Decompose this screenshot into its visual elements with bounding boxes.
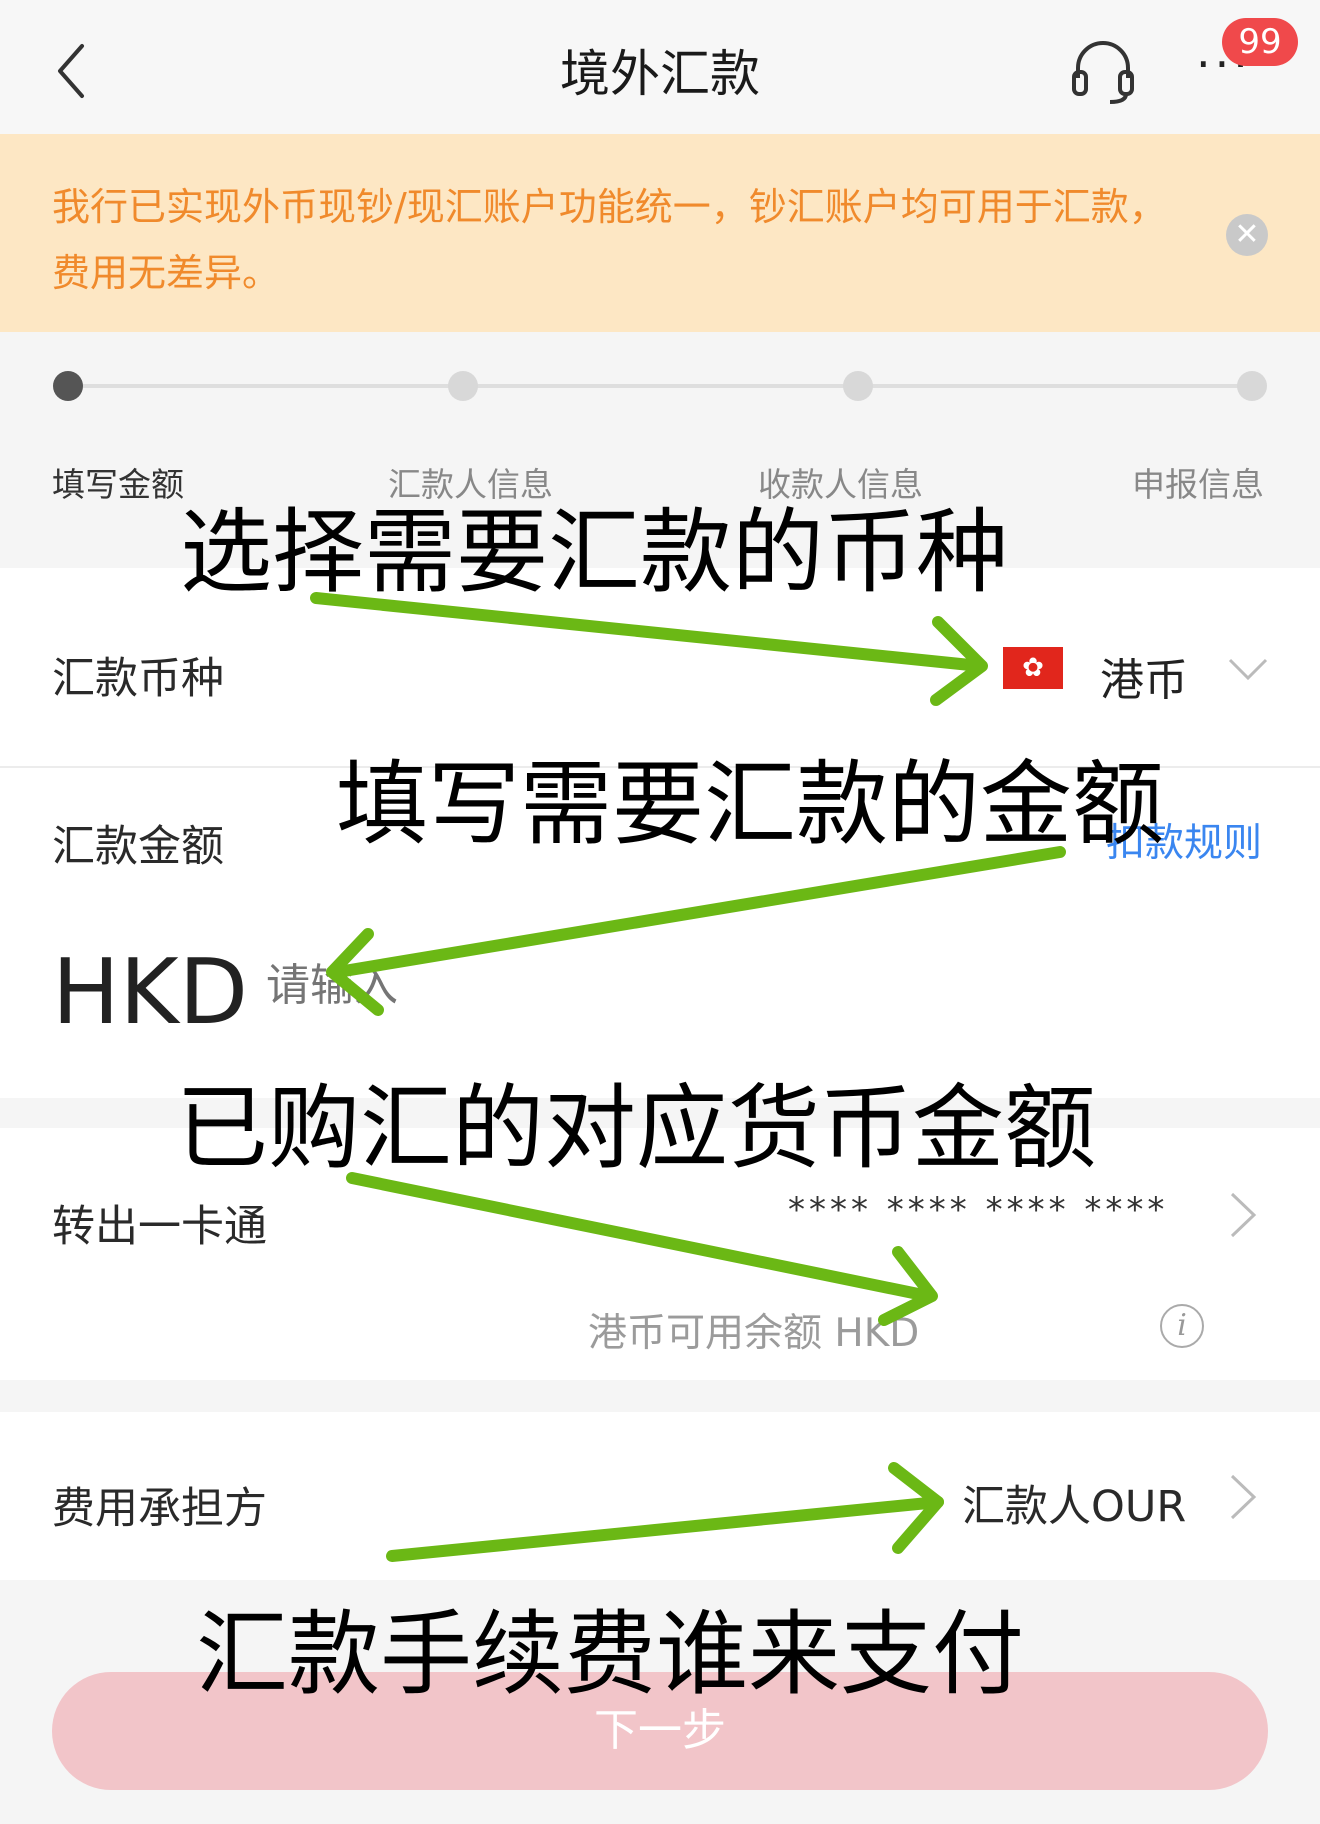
customer-service-headset-icon[interactable]	[1068, 36, 1138, 104]
step-dot-3	[843, 371, 873, 401]
annotation-select-currency: 选择需要汇款的币种	[180, 499, 1009, 606]
card-number[interactable]: **** **** **** ****	[788, 1190, 1168, 1230]
annotation-purchased-amount: 已购汇的对应货币金额	[176, 1075, 1097, 1182]
annotation-fee-payer: 汇款手续费谁来支付	[196, 1601, 1025, 1708]
step-dot-2	[448, 371, 478, 401]
annotation-fill-amount: 填写需要汇款的金额	[336, 751, 1165, 858]
currency-code: HKD	[52, 940, 248, 1045]
step-dot-4	[1237, 371, 1267, 401]
stepper-track	[68, 384, 1252, 388]
step-label-amount: 填写金额	[52, 465, 184, 504]
fee-payer-value[interactable]: 汇款人OUR	[962, 1472, 1186, 1534]
chevron-down-icon[interactable]	[1228, 648, 1268, 688]
currency-selector[interactable]: 港币	[1100, 644, 1188, 708]
currency-label: 汇款币种	[52, 654, 224, 704]
amount-label: 汇款金额	[52, 822, 224, 872]
step-dot-1	[53, 371, 83, 401]
step-label-declaration: 申报信息	[1132, 465, 1264, 504]
info-icon[interactable]: i	[1160, 1304, 1204, 1348]
amount-input[interactable]	[266, 960, 666, 1011]
close-icon[interactable]: ✕	[1226, 214, 1268, 256]
available-balance: 港币可用余额 HKD	[588, 1311, 920, 1356]
message-count-badge: 99	[1222, 18, 1298, 66]
chevron-right-icon[interactable]	[1228, 1472, 1258, 1522]
chevron-right-icon[interactable]	[1228, 1190, 1258, 1240]
fee-payer-label: 费用承担方	[52, 1484, 267, 1534]
transfer-out-card-label: 转出一卡通	[52, 1202, 267, 1252]
notice-text: 我行已实现外币现钞/现汇账户功能统一，钞汇账户均可用于汇款，费用无差异。	[52, 185, 1167, 295]
hong-kong-flag-icon: ✿	[1003, 647, 1063, 689]
